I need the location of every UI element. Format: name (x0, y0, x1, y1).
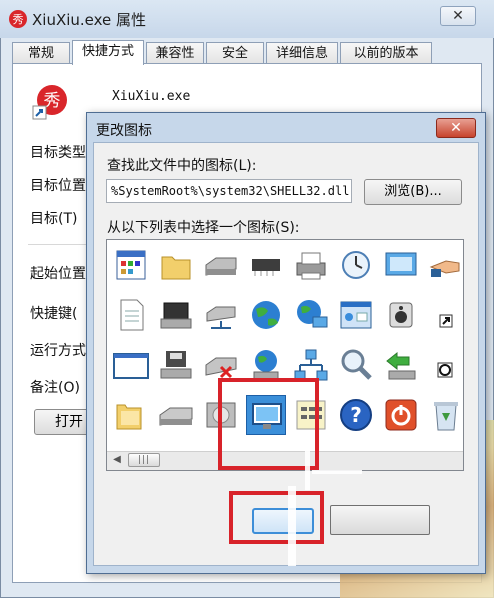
recycle-bin-icon[interactable] (426, 395, 463, 435)
glare-artifact (288, 486, 296, 566)
tab-compatibility[interactable]: 兼容性 (146, 42, 204, 64)
scroll-thumb[interactable]: ||| (128, 453, 160, 467)
label-run: 运行方式 (30, 343, 86, 359)
svg-text:?: ? (350, 403, 362, 427)
shared-hand-icon[interactable] (426, 245, 463, 285)
document-icon[interactable] (111, 295, 151, 335)
select-icon-label: 从以下列表中选择一个图标(S): (107, 220, 300, 236)
clock-small-icon[interactable] (426, 345, 463, 385)
browse-button[interactable]: 浏览(B)... (364, 179, 462, 205)
help-icon[interactable]: ? (336, 395, 376, 435)
glare-artifact (312, 470, 362, 474)
label-comment: 备注(O) (30, 380, 80, 396)
shortcut-file-name: XiuXiu.exe (112, 89, 191, 104)
tab-security[interactable]: 安全 (206, 42, 264, 64)
icon-file-path-input[interactable]: %SystemRoot%\system32\SHELL32.dll (106, 179, 352, 203)
drive-terminal-icon[interactable] (156, 295, 196, 335)
glare-artifact (305, 445, 310, 490)
xiuxiu-app-icon: 秀 (8, 9, 28, 29)
folder-open-icon[interactable] (111, 395, 151, 435)
monitor-window-icon[interactable] (381, 245, 421, 285)
network-drive-icon[interactable] (201, 295, 241, 335)
folder-icon[interactable] (156, 245, 196, 285)
scroll-left-arrow-icon[interactable]: ◀ (110, 453, 124, 467)
power-icon[interactable] (381, 395, 421, 435)
clock-icon[interactable] (336, 245, 376, 285)
annotation-box-ok-button (229, 491, 324, 544)
printer-icon[interactable] (291, 245, 331, 285)
network-globe-icon[interactable] (291, 295, 331, 335)
label-target-location: 目标位置 (30, 178, 86, 194)
magnifier-icon[interactable] (336, 345, 376, 385)
app-window-icon[interactable] (111, 245, 151, 285)
change-icon-close-button[interactable]: ✕ (436, 118, 476, 138)
properties-title: XiuXiu.exe 属性 (32, 11, 147, 29)
find-icons-label: 查找此文件中的图标(L): (107, 158, 257, 174)
svg-text:秀: 秀 (13, 13, 24, 26)
cd-drive-icon[interactable] (156, 395, 196, 435)
label-shortcut-key: 快捷键( (30, 306, 78, 322)
tab-details[interactable]: 详细信息 (266, 42, 338, 64)
blank-window-icon[interactable] (111, 345, 151, 385)
tab-strip: 常规 快捷方式 兼容性 安全 详细信息 以前的版本 (12, 40, 482, 65)
change-icon-title: 更改图标 (96, 123, 152, 139)
close-icon: ✕ (450, 120, 462, 136)
shortcut-arrow-icon[interactable] (426, 295, 463, 335)
open-file-location-button[interactable]: 打开 (34, 409, 90, 435)
change-icon-cancel-button[interactable] (330, 505, 430, 535)
green-arrow-drive-icon[interactable] (381, 345, 421, 385)
control-panel-icon[interactable] (336, 295, 376, 335)
label-start-in: 起始位置 (30, 266, 86, 282)
tab-previous-versions[interactable]: 以前的版本 (340, 42, 432, 64)
close-icon: ✕ (452, 8, 464, 24)
annotation-box-selected-icon (218, 378, 319, 470)
tab-general[interactable]: 常规 (12, 42, 70, 64)
tab-shortcut[interactable]: 快捷方式 (72, 40, 144, 65)
xiuxiu-shortcut-icon: 秀 (30, 82, 70, 122)
speaker-icon[interactable] (381, 295, 421, 335)
globe-icon[interactable] (246, 295, 286, 335)
memory-chip-icon[interactable] (246, 245, 286, 285)
floppy-drive-icon[interactable] (156, 345, 196, 385)
label-target: 目标(T) (30, 211, 78, 227)
hard-drive-icon[interactable] (201, 245, 241, 285)
label-target-type: 目标类型 (30, 145, 86, 161)
properties-close-button[interactable]: ✕ (440, 6, 476, 26)
